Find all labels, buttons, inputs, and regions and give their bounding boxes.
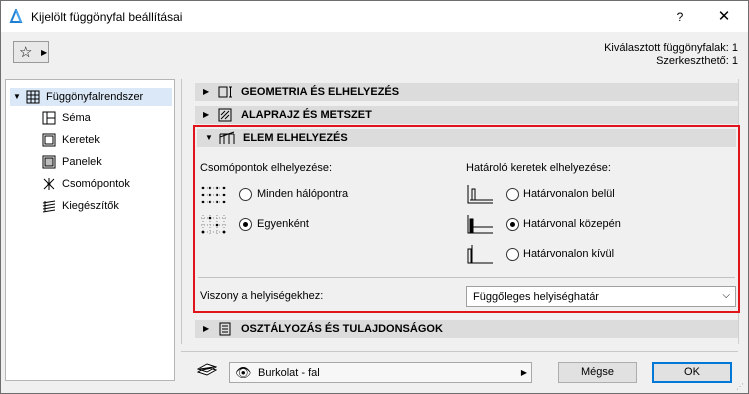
layer-select[interactable]: 👁 Burkolat - fal ▶: [229, 362, 532, 383]
radio-all-grid-points[interactable]: [239, 188, 252, 201]
settings-tree: ▼ Függönyfalrendszer Séma Keretek Panele…: [5, 79, 175, 381]
tree-item-scheme[interactable]: Séma: [42, 109, 162, 127]
zone-relation-label: Viszony a helyiségekhez:: [200, 290, 324, 302]
ok-button[interactable]: OK: [652, 362, 732, 383]
accessories-icon: [42, 200, 56, 213]
panel-title: ALAPRAJZ ÉS METSZET: [241, 109, 372, 121]
radio-label: Egyenként: [257, 218, 309, 230]
junctions-icon: [43, 178, 55, 190]
editable-count-label: Szerkeszthető: 1: [656, 55, 738, 67]
radio-label: Határvonalon belül: [523, 188, 615, 200]
select-value: Burkolat - fal: [258, 367, 320, 379]
panel-header-classification[interactable]: ▶ OSZTÁLYOZÁS ÉS TULAJDONSÁGOK: [195, 320, 738, 338]
panels-icon: [42, 155, 56, 169]
help-button[interactable]: ?: [669, 7, 691, 27]
geometry-icon: [218, 86, 232, 98]
boundary-inside-icon: [467, 185, 493, 204]
panel-header-geometry[interactable]: ▶ GEOMETRIA ÉS ELHELYEZÉS: [195, 83, 738, 101]
radio-individually[interactable]: [239, 218, 252, 231]
tree-item-label: Kiegészítők: [62, 200, 119, 212]
panel-title: ELEM ELHELYEZÉS: [243, 132, 348, 144]
curtain-wall-system-icon: [26, 90, 40, 104]
element-placement-icon: [219, 131, 235, 144]
radio-label: Minden hálópontra: [257, 188, 349, 200]
classification-icon: [219, 322, 231, 336]
panel-header-element-placement[interactable]: ▼ ELEM ELHELYEZÉS: [197, 129, 736, 147]
radio-label: Határvonalon kívül: [523, 248, 615, 260]
panel-title: OSZTÁLYOZÁS ÉS TULAJDONSÁGOK: [241, 323, 443, 335]
panel-header-floorplan-section[interactable]: ▶ ALAPRAJZ ÉS METSZET: [195, 106, 738, 124]
chevron-down-icon[interactable]: ▼: [13, 88, 21, 106]
title-bar: Kijelölt függönyfal beállításai ? ✕: [1, 1, 748, 32]
tree-item-panels[interactable]: Panelek: [42, 153, 162, 171]
boundary-heading: Határoló keretek elhelyezése:: [466, 162, 611, 174]
tree-item-junctions[interactable]: Csomópontok: [42, 175, 162, 193]
tree-item-label: Függönyfalrendszer: [46, 91, 144, 103]
all-grid-points-icon: [201, 186, 226, 204]
archicad-icon: [9, 9, 23, 23]
junctions-heading: Csomópontok elhelyezése:: [200, 162, 333, 174]
settings-dialog: Kijelölt függönyfal beállításai ? ✕ ☆ ▶ …: [0, 0, 749, 394]
panel-title: GEOMETRIA ÉS ELHELYEZÉS: [241, 86, 400, 98]
radio-label: Határvonal közepén: [523, 218, 621, 230]
tree-item-label: Panelek: [62, 156, 102, 168]
boundary-center-icon: [467, 215, 493, 234]
divider: [181, 351, 738, 352]
divider: [198, 277, 735, 278]
selected-count-label: Kiválasztott függönyfalak: 1: [604, 42, 738, 54]
cancel-button[interactable]: Mégse: [558, 362, 637, 383]
scheme-icon: [42, 111, 56, 125]
boundary-outside-icon: [467, 245, 493, 264]
favorites-button[interactable]: ☆ ▶: [13, 41, 49, 63]
radio-inside-boundary[interactable]: [506, 188, 519, 201]
tree-item-accessories[interactable]: Kiegészítők: [42, 197, 162, 215]
eye-icon: 👁: [235, 365, 252, 380]
star-icon: ☆: [19, 44, 33, 61]
tree-item-curtain-wall-system[interactable]: ▼ Függönyfalrendszer: [10, 88, 172, 106]
floorplan-section-icon: [218, 108, 232, 122]
layers-icon: [197, 363, 217, 376]
resize-grip-icon[interactable]: ⋰: [736, 382, 746, 392]
select-value: Függőleges helyiséghatár: [473, 291, 599, 303]
chevron-right-icon: ▶: [203, 324, 210, 333]
window-title: Kijelölt függönyfal beállításai: [31, 10, 183, 24]
chevron-right-icon: ▶: [41, 48, 48, 57]
chevron-right-icon: ▶: [203, 110, 210, 119]
radio-boundary-center[interactable]: [506, 218, 519, 231]
chevron-down-icon: ▼: [205, 133, 213, 142]
chevron-right-icon: ▶: [203, 87, 210, 96]
tree-item-label: Séma: [62, 112, 91, 124]
frames-icon: [42, 133, 56, 147]
individual-junctions-icon: [201, 215, 226, 235]
zone-relation-select[interactable]: Függőleges helyiséghatár ⌵: [466, 286, 736, 307]
radio-outside-boundary[interactable]: [506, 248, 519, 261]
tree-item-label: Keretek: [62, 134, 100, 146]
tree-item-label: Csomópontok: [62, 178, 130, 190]
chevron-right-icon: ▶: [520, 368, 527, 377]
tree-item-frames[interactable]: Keretek: [42, 131, 162, 149]
chevron-down-icon: ⌵: [722, 290, 730, 301]
close-button[interactable]: ✕: [713, 7, 735, 27]
